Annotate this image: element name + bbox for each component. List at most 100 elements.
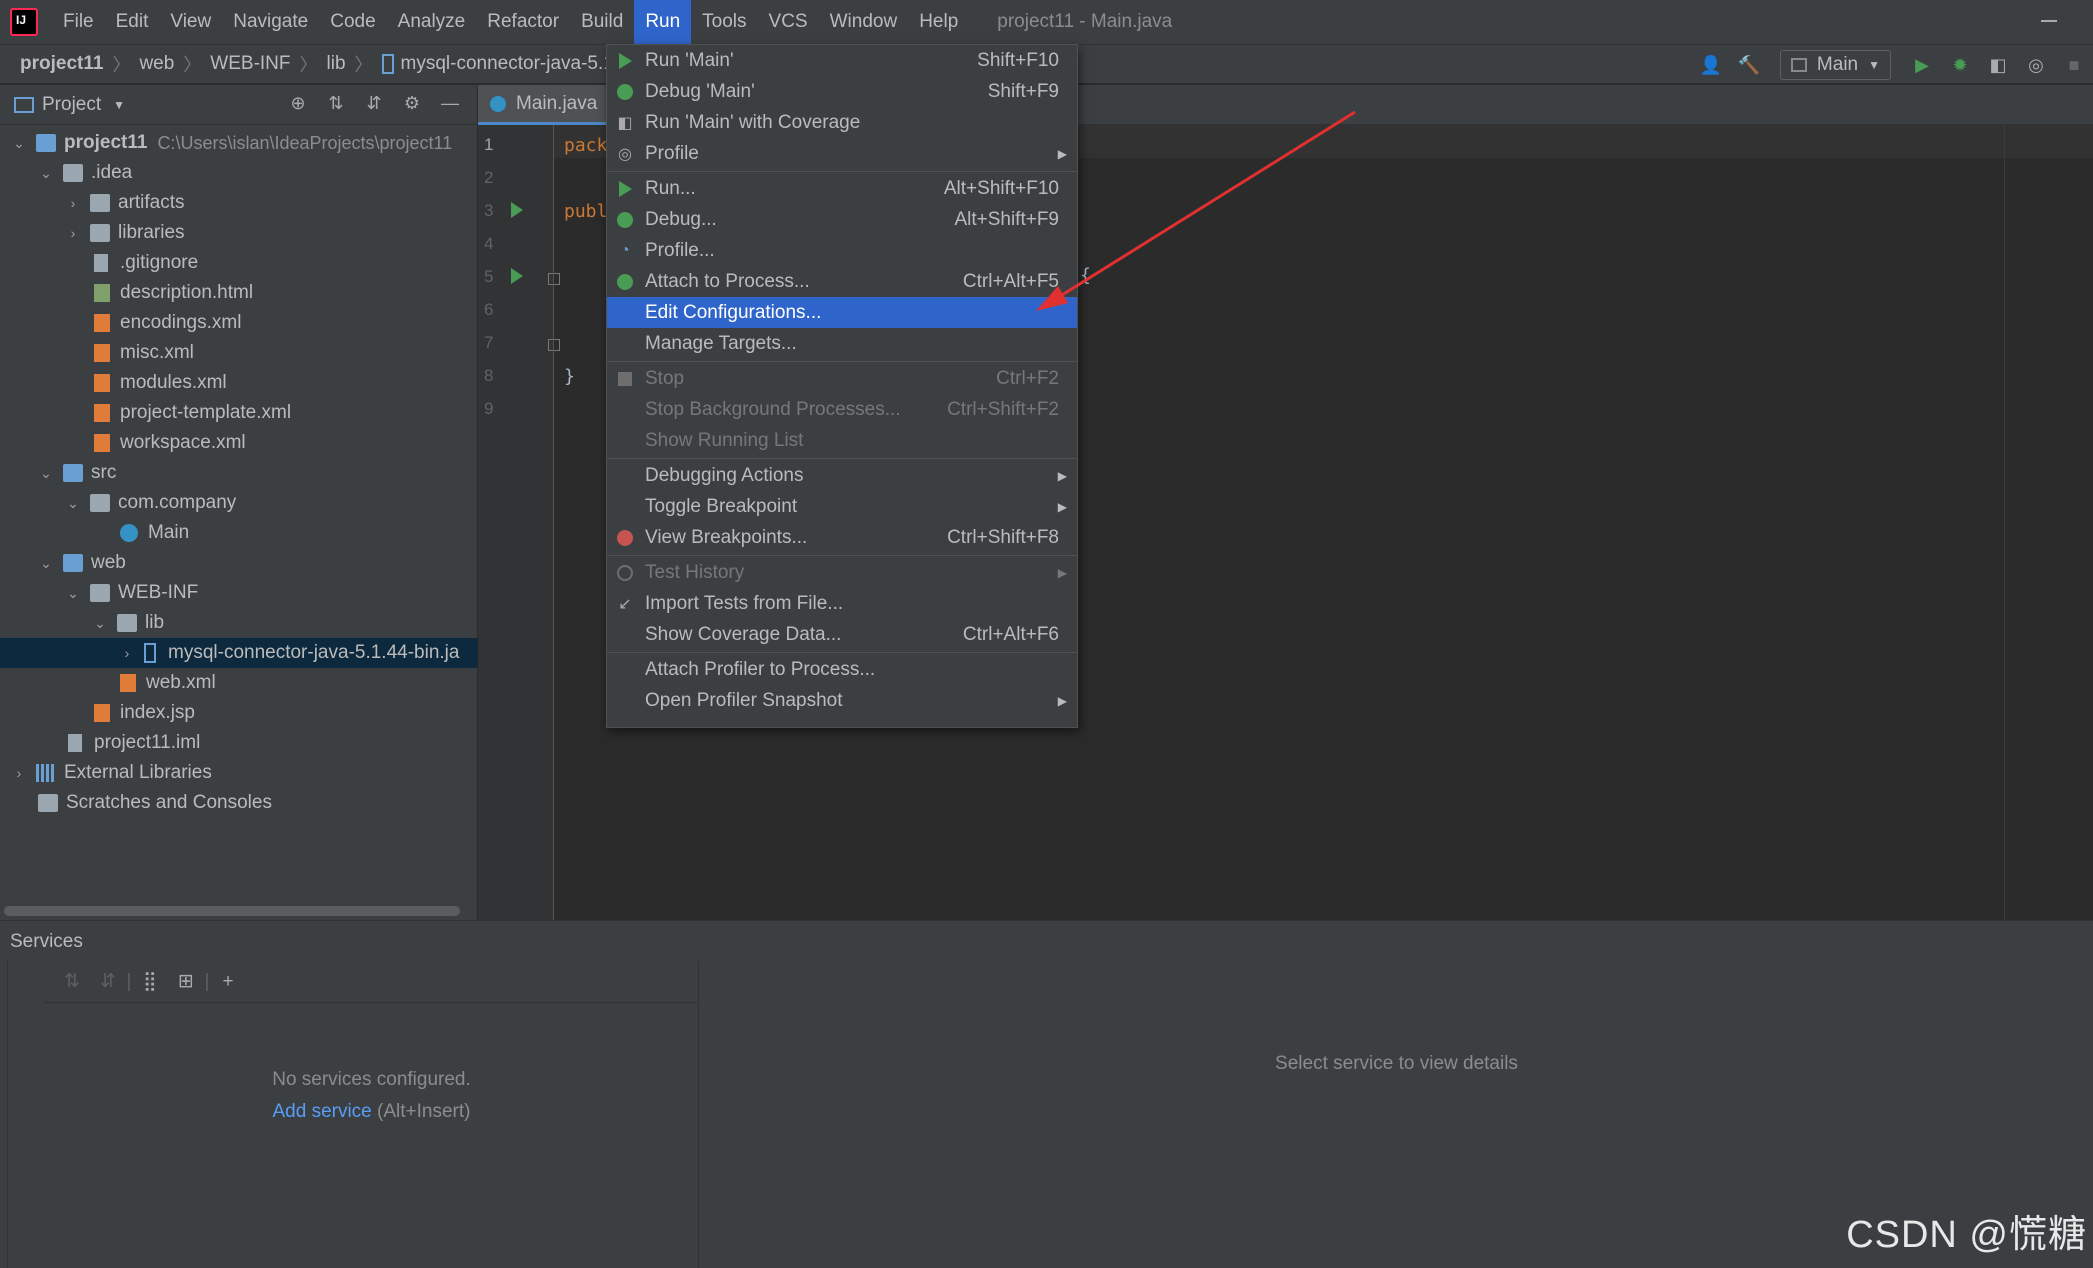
menu-item-attach-process[interactable]: Attach to Process... Ctrl+Alt+F5 (607, 266, 1077, 297)
tree-item-scratches[interactable]: Scratches and Consoles (0, 788, 478, 818)
fold-icon[interactable] (548, 339, 560, 351)
menu-item-run-dialog[interactable]: Run... Alt+Shift+F10 (607, 173, 1077, 204)
menu-file[interactable]: File (52, 0, 105, 44)
code-line-5-brace[interactable]: { (1080, 265, 1091, 286)
hide-icon[interactable]: — (431, 93, 469, 114)
add-service-link[interactable]: Add service (272, 1101, 371, 1122)
menu-item-manage-targets[interactable]: Manage Targets... (607, 328, 1077, 359)
menu-item-debug-main[interactable]: Debug 'Main' Shift+F9 (607, 76, 1077, 107)
breadcrumb-jar[interactable]: mysql-connector-java-5.1.44 (401, 53, 641, 75)
menu-code[interactable]: Code (319, 0, 386, 44)
breadcrumb-webinf[interactable]: WEB-INF (210, 53, 290, 75)
code-line-3[interactable]: publ (564, 201, 607, 222)
dropdown-arrow-icon[interactable]: ▼ (113, 98, 125, 112)
code-line-8[interactable]: } (564, 366, 575, 387)
tree-item-web[interactable]: ⌄ web (0, 548, 478, 578)
tree-item-webinf[interactable]: ⌄ WEB-INF (0, 578, 478, 608)
tree-item-idea[interactable]: ⌄ .idea (0, 158, 478, 188)
breadcrumb-web[interactable]: web (139, 53, 174, 75)
profile-icon[interactable]: ◎ (2023, 52, 2049, 78)
gear-icon[interactable]: ⚙ (393, 93, 431, 114)
menu-tools[interactable]: Tools (691, 0, 757, 44)
tree-item-misc[interactable]: misc.xml (0, 338, 478, 368)
menu-refactor[interactable]: Refactor (476, 0, 570, 44)
stop-icon[interactable]: ■ (2061, 52, 2087, 78)
chevron-right-icon[interactable]: › (66, 195, 80, 211)
tree-item-mysql-jar[interactable]: › mysql-connector-java-5.1.44-bin.ja (0, 638, 478, 668)
tree-item-main[interactable]: Main (0, 518, 478, 548)
chevron-down-icon[interactable]: ⌄ (39, 555, 53, 572)
code-line-1[interactable]: pack (564, 135, 607, 156)
new-group-icon[interactable]: ⊞ (168, 970, 204, 993)
fold-icon[interactable] (548, 273, 560, 285)
tree-item-index-jsp[interactable]: index.jsp (0, 698, 478, 728)
collapse-all-icon[interactable]: ⇵ (355, 93, 393, 114)
chevron-right-icon[interactable]: › (12, 765, 26, 781)
run-gutter-icon[interactable] (511, 268, 523, 284)
tree-item-external-libraries[interactable]: › External Libraries (0, 758, 478, 788)
menu-item-show-coverage[interactable]: Show Coverage Data... Ctrl+Alt+F6 (607, 619, 1077, 650)
menu-view[interactable]: View (159, 0, 222, 44)
build-hammer-icon[interactable]: 🔨 (1736, 52, 1762, 78)
tree-item-src[interactable]: ⌄ src (0, 458, 478, 488)
chevron-down-icon[interactable]: ⌄ (39, 465, 53, 482)
menu-item-toggle-breakpoint[interactable]: Toggle Breakpoint ▶ (607, 491, 1077, 522)
expand-all-icon[interactable]: ⇅ (317, 93, 355, 114)
group-by-icon[interactable]: ⣿ (132, 970, 168, 993)
user-icon[interactable]: 👤 (1698, 52, 1724, 78)
menu-navigate[interactable]: Navigate (222, 0, 319, 44)
menu-item-debug-dialog[interactable]: Debug... Alt+Shift+F9 (607, 204, 1077, 235)
tree-item-workspace[interactable]: workspace.xml (0, 428, 478, 458)
menu-item-debugging-actions[interactable]: Debugging Actions ▶ (607, 460, 1077, 491)
menu-item-open-profiler-snapshot[interactable]: Open Profiler Snapshot ▶ (607, 685, 1077, 716)
tree-item-project11-iml[interactable]: project11.iml (0, 728, 478, 758)
run-configuration-selector[interactable]: Main ▼ (1779, 50, 1891, 80)
menu-item-profile-dialog[interactable]: ◔ Profile... (607, 235, 1077, 266)
menu-separator (607, 555, 1077, 556)
menu-item-run-main[interactable]: Run 'Main' Shift+F10 (607, 45, 1077, 76)
breadcrumb-project[interactable]: project11 (20, 53, 103, 75)
menu-window[interactable]: Window (819, 0, 909, 44)
menu-edit[interactable]: Edit (105, 0, 160, 44)
menu-analyze[interactable]: Analyze (387, 0, 477, 44)
chevron-right-icon[interactable]: › (66, 225, 80, 241)
chevron-down-icon[interactable]: ⌄ (93, 615, 107, 632)
tree-item-libraries[interactable]: › libraries (0, 218, 478, 248)
menu-help[interactable]: Help (908, 0, 969, 44)
coverage-icon[interactable]: ◧ (1985, 52, 2011, 78)
tree-item-artifacts[interactable]: › artifacts (0, 188, 478, 218)
menu-item-view-breakpoints[interactable]: View Breakpoints... Ctrl+Shift+F8 (607, 522, 1077, 553)
menu-item-edit-configurations[interactable]: Edit Configurations... (607, 297, 1077, 328)
debug-icon[interactable]: ✹ (1947, 52, 1973, 78)
run-icon[interactable]: ▶ (1909, 52, 1935, 78)
chevron-down-icon[interactable]: ⌄ (39, 165, 53, 182)
chevron-down-icon[interactable]: ⌄ (12, 135, 26, 152)
horizontal-scrollbar[interactable] (4, 906, 460, 916)
tree-item-project-template[interactable]: project-template.xml (0, 398, 478, 428)
tree-item-lib[interactable]: ⌄ lib (0, 608, 478, 638)
menu-item-run-coverage[interactable]: ◧ Run 'Main' with Coverage (607, 107, 1077, 138)
menu-build[interactable]: Build (570, 0, 634, 44)
project-panel-title[interactable]: Project (42, 94, 101, 116)
add-icon[interactable]: + (210, 971, 246, 993)
tree-item-description[interactable]: description.html (0, 278, 478, 308)
locate-icon[interactable]: ⊕ (279, 93, 317, 114)
chevron-down-icon[interactable]: ⌄ (66, 495, 80, 512)
chevron-down-icon[interactable]: ⌄ (66, 585, 80, 602)
menu-item-import-tests[interactable]: ↙ Import Tests from File... (607, 588, 1077, 619)
tree-item-gitignore[interactable]: .gitignore (0, 248, 478, 278)
tree-item-modules[interactable]: modules.xml (0, 368, 478, 398)
tree-item-project11[interactable]: ⌄ project11 C:\Users\islan\IdeaProjects\… (0, 128, 478, 158)
tree-item-com-company[interactable]: ⌄ com.company (0, 488, 478, 518)
breadcrumb-lib[interactable]: lib (327, 53, 346, 75)
chevron-right-icon[interactable]: › (120, 645, 134, 661)
menu-item-attach-profiler[interactable]: Attach Profiler to Process... (607, 654, 1077, 685)
tree-item-web-xml[interactable]: web.xml (0, 668, 478, 698)
menu-item-profile-sub[interactable]: ◎ Profile ▶ (607, 138, 1077, 169)
menu-vcs[interactable]: VCS (758, 0, 819, 44)
tree-item-encodings[interactable]: encodings.xml (0, 308, 478, 338)
run-gutter-icon[interactable] (511, 202, 523, 218)
menu-run[interactable]: Run (634, 0, 692, 44)
minimize-icon[interactable] (2041, 20, 2057, 22)
tab-main-java[interactable]: Main.java (478, 85, 610, 125)
